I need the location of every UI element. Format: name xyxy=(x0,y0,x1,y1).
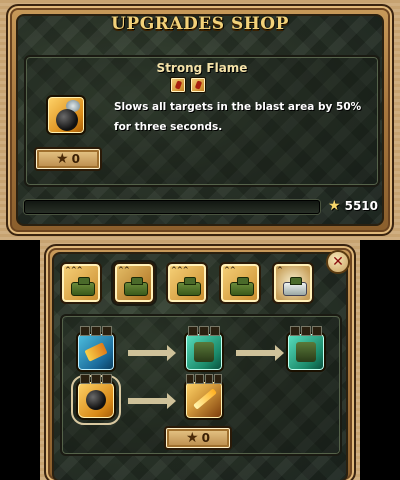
rank-pip-icon xyxy=(213,374,222,384)
tab-soldier[interactable]: ^^ xyxy=(113,262,155,304)
troops-upgrade-icon xyxy=(194,342,214,362)
requirement-weapon-icon xyxy=(190,77,206,93)
price-value: 0 xyxy=(201,431,210,445)
rank-chevrons-icon: ^^^ xyxy=(65,266,83,274)
star-icon: ★ xyxy=(186,430,199,446)
soldier-unit-icon xyxy=(124,277,148,296)
coin-value: 5510 xyxy=(344,199,378,213)
medic-unit-icon xyxy=(283,277,307,296)
tab-medic[interactable]: ^ xyxy=(272,262,314,304)
star-icon: ★ xyxy=(328,198,341,214)
upgrade-price-button[interactable]: ★ 0 xyxy=(34,147,102,171)
arrow-icon xyxy=(236,345,284,361)
bomb-upgrade-icon xyxy=(46,95,86,135)
rank-pip-icon xyxy=(188,326,198,336)
rank-pip-icon xyxy=(186,374,195,384)
rank-pip-icon xyxy=(290,326,300,336)
upgrade-name: Strong Flame xyxy=(156,61,248,75)
tab-tank-2[interactable]: ^^^ xyxy=(166,262,208,304)
page-title: UPGRADES SHOP xyxy=(111,14,289,34)
rank-pips xyxy=(288,326,324,336)
rank-pip-icon xyxy=(312,326,322,336)
rank-pips xyxy=(186,374,222,384)
tank-unit-icon xyxy=(71,277,95,296)
rank-pip-icon xyxy=(301,326,311,336)
upgrade-node-troops-2[interactable] xyxy=(286,326,326,372)
top-screen: UPGRADES SHOP Strong Flame Slows all tar… xyxy=(0,0,400,240)
upgrade-node-troops-1[interactable] xyxy=(184,326,224,372)
rank-pip-icon xyxy=(102,374,112,384)
rocket-upgrade-icon xyxy=(84,342,108,362)
rank-pips xyxy=(78,326,114,336)
coin-balance: ★ 5510 xyxy=(328,198,378,214)
rank-pip-icon xyxy=(195,374,204,384)
close-button[interactable]: ✕ xyxy=(326,250,350,274)
requirement-rank-icon xyxy=(170,77,186,93)
price-value: 0 xyxy=(71,152,80,166)
requirement-icons xyxy=(170,77,206,93)
arrow-icon xyxy=(128,345,176,361)
upgrade-node-bomb[interactable] xyxy=(71,374,121,425)
rank-chevrons-icon: ^^ xyxy=(224,266,236,274)
artillery-unit-icon xyxy=(230,277,254,296)
arrow-icon xyxy=(128,393,176,409)
upgrade-node-rocket[interactable] xyxy=(76,326,116,372)
rank-pip-icon xyxy=(210,326,220,336)
rank-pip-icon xyxy=(199,326,209,336)
rank-pip-icon xyxy=(204,374,213,384)
rank-pip-icon xyxy=(102,326,112,336)
rank-chevrons-icon: ^ xyxy=(277,266,283,274)
star-icon: ★ xyxy=(56,151,69,167)
tank-unit-icon xyxy=(177,277,201,296)
upgrade-description: Slows all targets in the blast area by 5… xyxy=(114,101,362,133)
bottom-screen: ✕ ^^^ ^^ ^^^ ^^ ^ ★ 0 xyxy=(40,240,360,480)
bomb-icon xyxy=(56,109,78,131)
tab-tank-1[interactable]: ^^^ xyxy=(60,262,102,304)
upgrade-node-flame[interactable] xyxy=(184,374,224,420)
troops-upgrade-icon xyxy=(296,342,316,362)
tab-artillery[interactable]: ^^ xyxy=(219,262,261,304)
rank-pip-icon xyxy=(91,326,101,336)
tree-price-button[interactable]: ★ 0 xyxy=(164,426,232,450)
rank-pip-icon xyxy=(80,374,90,384)
upgrade-info-panel: Strong Flame Slows all targets in the bl… xyxy=(24,55,380,187)
rank-chevrons-icon: ^^^ xyxy=(171,266,189,274)
bomb-upgrade-icon xyxy=(86,390,106,410)
flame-upgrade-icon xyxy=(193,388,217,410)
rank-pips xyxy=(78,374,114,384)
rank-chevrons-icon: ^^ xyxy=(118,266,130,274)
rank-pip-icon xyxy=(80,326,90,336)
rank-pip-icon xyxy=(91,374,101,384)
unit-tabs: ^^^ ^^ ^^^ ^^ ^ xyxy=(60,262,314,304)
progress-bar xyxy=(24,200,320,214)
rank-pips xyxy=(186,326,222,336)
